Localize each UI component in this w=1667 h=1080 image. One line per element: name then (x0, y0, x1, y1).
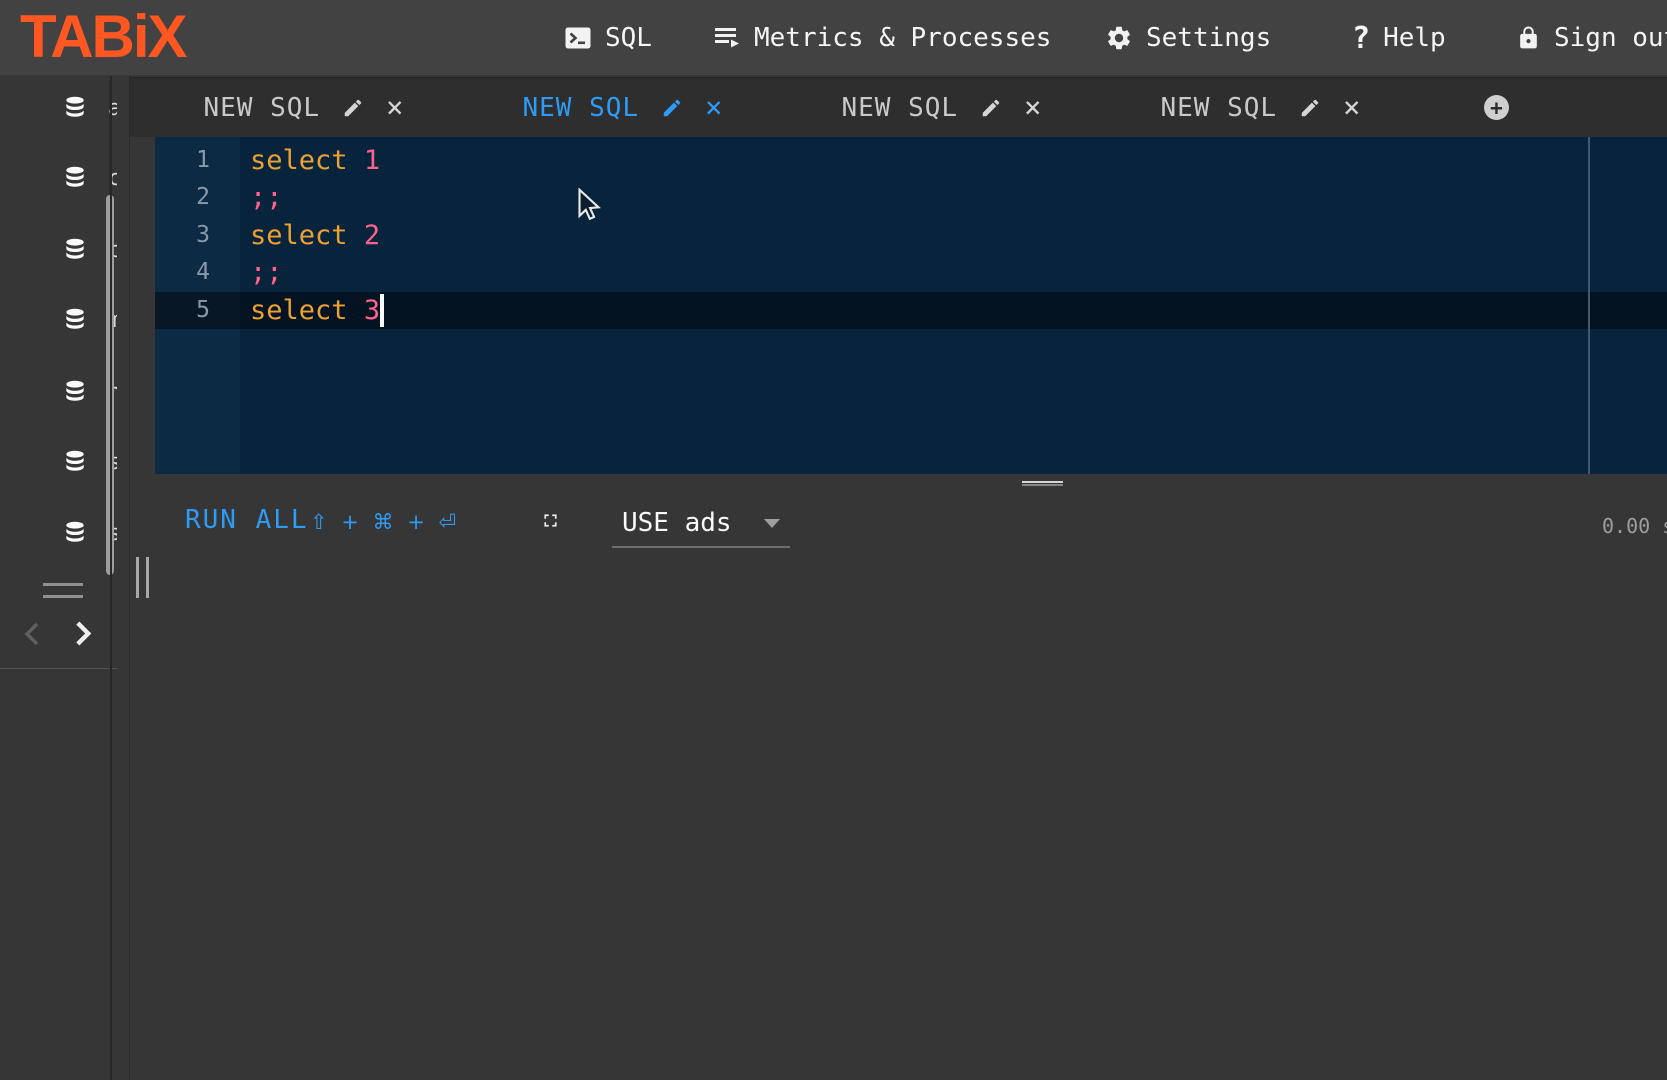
database-icon (62, 449, 88, 475)
sidebar-border (110, 76, 112, 1080)
tab-label: NEW SQL (1160, 93, 1277, 123)
tabix-app: { "header": { "logo": "TABiX", "nav": [ … (0, 0, 1667, 1080)
sql-editor[interactable]: 1 select 1 2 ;; 3 select 2 4 ;; 5 select… (155, 137, 1667, 474)
tab-label: NEW SQL (203, 93, 320, 123)
nav-sql-label: SQL (605, 23, 652, 53)
query-tab-bar: NEW SQL × NEW SQL × NEW SQL × NEW SQL × … (130, 77, 1667, 137)
nav-signout-label: Sign out (1554, 23, 1667, 53)
editor-resize-grip[interactable] (1022, 481, 1063, 486)
tab-label: NEW SQL (841, 93, 958, 123)
nav-sign-out[interactable]: Sign out (1516, 0, 1667, 76)
editor-line: 3 select 2 (155, 217, 1667, 254)
close-icon[interactable]: × (1024, 93, 1041, 122)
database-item[interactable]: s (0, 444, 117, 480)
database-icon (62, 307, 88, 333)
sidebar-bottom-divider (0, 668, 117, 669)
chevron-right-icon[interactable] (74, 621, 92, 650)
nav-sql[interactable]: SQL (564, 0, 652, 76)
plus-icon: + (1490, 96, 1503, 120)
code-text: ;; (250, 179, 283, 216)
app-logo: TABiX (20, 2, 186, 71)
query-toolbar: RUN ALL ⇧ + ⌘ + ⏎ USE ads 0.00 s (130, 474, 1667, 564)
panel-border (129, 76, 130, 1080)
gear-icon (1105, 24, 1133, 52)
run-all-button[interactable]: RUN ALL (185, 505, 309, 535)
line-number: 1 (155, 142, 210, 179)
edit-pencil-icon[interactable] (1299, 97, 1321, 119)
line-number: 4 (155, 254, 210, 291)
mouse-pointer-icon (577, 188, 601, 224)
line-number: 2 (155, 179, 210, 216)
tab-new-sql-4[interactable]: NEW SQL × (1101, 78, 1420, 138)
text-cursor (380, 294, 384, 327)
question-mark-icon: ? (1352, 21, 1370, 56)
run-shortcut-hint: ⇧ + ⌘ + ⏎ (310, 510, 456, 534)
edit-pencil-icon[interactable] (661, 97, 683, 119)
database-sidebar: a c c m n s s (0, 76, 117, 1080)
database-item[interactable]: c (0, 232, 117, 268)
sidebar-resize-handle[interactable] (43, 595, 83, 598)
database-item[interactable]: s (0, 515, 117, 551)
process-list-icon (713, 25, 741, 51)
use-database-select[interactable]: USE ads (612, 502, 790, 548)
query-timer: 0.00 s (1602, 514, 1667, 538)
terminal-icon (564, 26, 592, 50)
code-text: select 2 (250, 217, 380, 254)
line-number: 5 (155, 292, 210, 329)
code-text: select 1 (250, 142, 380, 179)
header: TABiX SQL Metrics & Processes Settings ?… (0, 0, 1667, 76)
database-item[interactable]: n (0, 374, 117, 410)
tab-label: NEW SQL (522, 93, 639, 123)
tab-new-sql-2-active[interactable]: NEW SQL × (463, 78, 782, 138)
close-icon[interactable]: × (386, 93, 403, 122)
database-icon (62, 379, 88, 405)
database-item[interactable]: m (0, 302, 117, 338)
nav-settings-label: Settings (1146, 23, 1271, 53)
database-icon (62, 165, 88, 191)
tab-new-sql-1[interactable]: NEW SQL × (144, 78, 463, 138)
edit-pencil-icon[interactable] (980, 97, 1002, 119)
database-icon (62, 237, 88, 263)
nav-metrics-processes[interactable]: Metrics & Processes (713, 0, 1051, 76)
fullscreen-icon[interactable] (540, 510, 561, 535)
nav-settings[interactable]: Settings (1105, 0, 1271, 76)
editor-line: 2 ;; (155, 179, 1667, 216)
nav-help[interactable]: ? Help (1352, 0, 1446, 76)
editor-line: 4 ;; (155, 254, 1667, 291)
add-tab-button[interactable]: + (1484, 95, 1509, 120)
code-text: ;; (250, 254, 283, 291)
database-icon (62, 95, 88, 121)
code-text: select 3 (250, 292, 380, 329)
chevron-left-icon[interactable] (24, 622, 40, 650)
use-database-value: USE ads (622, 508, 732, 538)
sidebar-resize-handle[interactable] (43, 583, 83, 586)
edit-pencil-icon[interactable] (342, 97, 364, 119)
editor-line: 1 select 1 (155, 142, 1667, 179)
lock-icon (1516, 25, 1541, 51)
nav-help-label: Help (1383, 23, 1446, 53)
database-icon (62, 520, 88, 546)
close-icon[interactable]: × (1343, 93, 1360, 122)
line-number: 3 (155, 217, 210, 254)
chevron-down-icon (764, 519, 780, 528)
nav-metrics-label: Metrics & Processes (754, 23, 1051, 53)
database-item[interactable]: a (0, 90, 117, 126)
database-item[interactable]: c (0, 160, 117, 196)
tab-new-sql-3[interactable]: NEW SQL × (782, 78, 1101, 138)
close-icon[interactable]: × (705, 93, 722, 122)
